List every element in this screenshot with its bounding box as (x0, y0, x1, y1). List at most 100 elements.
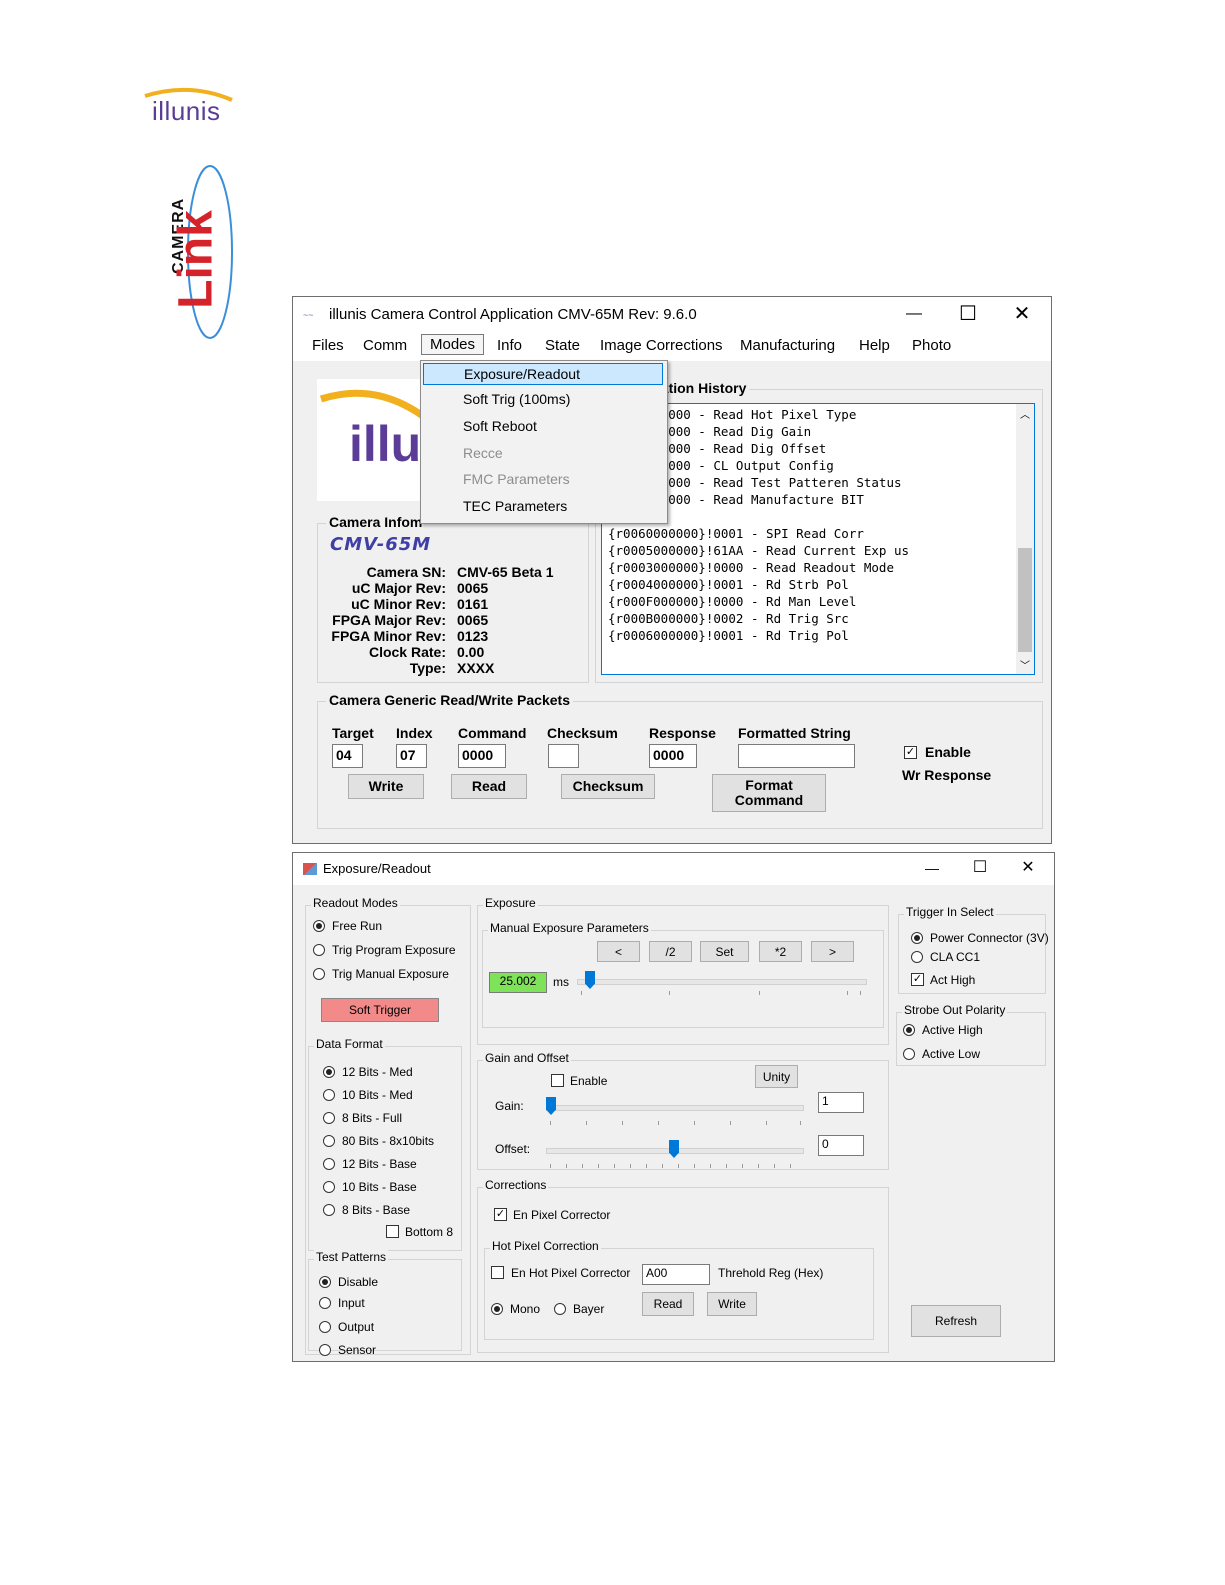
menu-photo[interactable]: Photo (912, 337, 951, 354)
threshold-input[interactable]: A00 (642, 1264, 710, 1285)
menu-comm[interactable]: Comm (363, 337, 407, 354)
exposure-value-input[interactable]: 25.002 (489, 972, 547, 993)
fpga-minor-value: 0123 (457, 628, 489, 644)
formatted-input[interactable] (738, 744, 855, 768)
gain-slider[interactable] (546, 1097, 804, 1127)
tp-output-label: Output (338, 1320, 375, 1334)
exposure-minimize-icon[interactable]: — (909, 853, 955, 883)
checksum-input[interactable] (548, 744, 579, 768)
strobe-active-low-label: Active Low (922, 1047, 981, 1061)
menu-info[interactable]: Info (497, 337, 522, 354)
menu-soft-trig[interactable]: Soft Trig (100ms) (463, 391, 570, 407)
exposure-double-button[interactable]: *2 (759, 941, 802, 962)
en-pixel-corrector-checkbox[interactable]: ✓ (494, 1208, 507, 1221)
minimize-icon[interactable]: — (887, 297, 941, 331)
refresh-button[interactable]: Refresh (911, 1305, 1001, 1337)
history-line: {r0060000000}!0001 - SPI Read Corr (608, 526, 864, 541)
act-high-checkbox[interactable]: ✓ (911, 973, 924, 986)
fmt-12-base-radio[interactable] (323, 1158, 335, 1170)
menu-image-corrections[interactable]: Image Corrections (600, 337, 723, 354)
exposure-next-button[interactable]: > (811, 941, 854, 962)
scroll-thumb[interactable] (1018, 548, 1032, 652)
en-hot-pixel-label: En Hot Pixel Corrector (511, 1266, 631, 1280)
tp-sensor-radio[interactable] (319, 1344, 331, 1356)
response-input[interactable]: 0000 (649, 744, 697, 768)
main-window: ~~ illunis Camera Control Application CM… (292, 296, 1052, 844)
offset-slider[interactable] (546, 1140, 804, 1170)
gain-slider-thumb[interactable] (546, 1097, 556, 1115)
exposure-slider-thumb[interactable] (585, 971, 595, 989)
camera-info-title: Camera Infom (326, 514, 426, 530)
trig-manual-radio[interactable] (313, 968, 325, 980)
bottom-8-checkbox[interactable] (386, 1225, 399, 1238)
en-pixel-corrector-label: En Pixel Corrector (513, 1208, 611, 1222)
scroll-up-icon[interactable]: ︿ (1016, 406, 1034, 421)
tp-output-radio[interactable] (319, 1321, 331, 1333)
uc-major-value: 0065 (457, 580, 489, 596)
fmt-10-med-radio[interactable] (323, 1089, 335, 1101)
index-input[interactable]: 07 (396, 744, 427, 768)
bayer-radio[interactable] (554, 1303, 566, 1315)
strobe-active-high-label: Active High (922, 1023, 983, 1037)
command-input[interactable]: 0000 (458, 744, 506, 768)
menu-files[interactable]: Files (312, 337, 344, 354)
fpga-minor-label: FPGA Minor Rev: (331, 628, 446, 644)
cla-cc1-radio[interactable] (911, 951, 923, 963)
readout-modes-title: Readout Modes (311, 896, 400, 910)
slider-tick (694, 1121, 695, 1125)
power-connector-radio[interactable] (911, 932, 923, 944)
gain-input[interactable]: 1 (818, 1092, 864, 1113)
fmt-12-med-radio[interactable] (323, 1066, 335, 1078)
menu-manufacturing[interactable]: Manufacturing (740, 337, 835, 354)
menu-state[interactable]: State (545, 337, 580, 354)
fmt-8-full-radio[interactable] (323, 1112, 335, 1124)
slider-tick (766, 1121, 767, 1125)
checksum-button[interactable]: Checksum (561, 774, 655, 799)
fmt-8-base-radio[interactable] (323, 1204, 335, 1216)
exposure-maximize-icon[interactable]: ☐ (957, 853, 1003, 883)
exposure-set-button[interactable]: Set (700, 941, 749, 962)
tp-disable-radio[interactable] (319, 1276, 331, 1288)
mono-radio[interactable] (491, 1303, 503, 1315)
target-input[interactable]: 04 (332, 744, 363, 768)
fmt-10-base-radio[interactable] (323, 1181, 335, 1193)
slider-tick (669, 991, 670, 995)
en-hot-pixel-checkbox[interactable] (491, 1266, 504, 1279)
format-command-button[interactable]: Format Command (712, 774, 826, 812)
read-button[interactable]: Read (451, 774, 527, 799)
gain-slider-track (546, 1105, 804, 1111)
history-scrollbar[interactable]: ︿ ﹀ (1016, 404, 1034, 674)
soft-trigger-button[interactable]: Soft Trigger (321, 998, 439, 1022)
trig-program-radio[interactable] (313, 944, 325, 956)
menu-soft-reboot[interactable]: Soft Reboot (463, 418, 537, 434)
strobe-active-low-radio[interactable] (903, 1048, 915, 1060)
strobe-active-high-radio[interactable] (903, 1024, 915, 1036)
menu-modes[interactable]: Modes (421, 334, 485, 355)
exposure-close-icon[interactable]: ✕ (1005, 853, 1051, 883)
exposure-slider[interactable] (577, 971, 867, 1001)
enable-wr-response-checkbox[interactable]: ✓ (904, 746, 917, 759)
menu-tec-parameters[interactable]: TEC Parameters (463, 498, 567, 514)
hot-pixel-read-button[interactable]: Read (642, 1292, 694, 1316)
fmt-12-base-label: 12 Bits - Base (342, 1157, 417, 1171)
close-icon[interactable]: ✕ (995, 297, 1049, 331)
gain-enable-checkbox[interactable] (551, 1074, 564, 1087)
slider-tick (790, 1164, 791, 1168)
write-button[interactable]: Write (348, 774, 424, 799)
offset-input[interactable]: 0 (818, 1135, 864, 1156)
tp-input-radio[interactable] (319, 1297, 331, 1309)
exposure-prev-button[interactable]: < (597, 941, 640, 962)
fmt-80-radio[interactable] (323, 1135, 335, 1147)
menu-help[interactable]: Help (859, 337, 890, 354)
scroll-down-icon[interactable]: ﹀ (1016, 657, 1034, 672)
free-run-radio[interactable] (313, 920, 325, 932)
offset-slider-thumb[interactable] (669, 1140, 679, 1158)
exposure-halve-button[interactable]: /2 (649, 941, 692, 962)
hot-pixel-write-button[interactable]: Write (707, 1292, 757, 1316)
fmt-8-base-label: 8 Bits - Base (342, 1203, 411, 1217)
unity-button[interactable]: Unity (755, 1065, 798, 1088)
menu-exposure-readout[interactable]: Exposure/Readout (423, 363, 663, 385)
strobe-title: Strobe Out Polarity (902, 1003, 1008, 1017)
maximize-icon[interactable]: ☐ (941, 297, 995, 331)
slider-tick (658, 1121, 659, 1125)
